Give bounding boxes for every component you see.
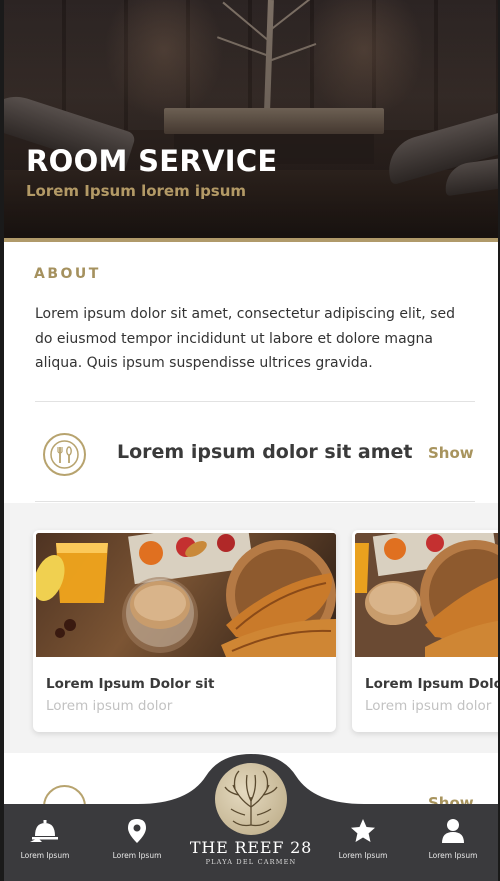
brand-name: THE REEF 28 xyxy=(189,838,313,857)
nav-item-profile[interactable]: Lorem Ipsum xyxy=(418,818,488,860)
cutlery-icon xyxy=(43,433,86,476)
about-text: Lorem ipsum dolor sit amet, consectetur … xyxy=(35,306,455,371)
brand-location: PLAYA DEL CARMEN xyxy=(205,858,297,866)
tree-logo-icon[interactable] xyxy=(215,763,287,835)
nav-item-favorites[interactable]: Lorem Ipsum xyxy=(328,818,398,860)
menu-card[interactable]: Lorem Ipsum Dolor Lorem ipsum dolor xyxy=(352,530,498,732)
nav-item-room-service[interactable]: Lorem Ipsum xyxy=(10,818,80,860)
breakfast-photo xyxy=(355,533,498,657)
app-screen: ROOM SERVICE Lorem Ipsum lorem ipsum ABO… xyxy=(4,0,498,881)
nav-label: Lorem Ipsum xyxy=(112,851,162,860)
show-button[interactable]: Show xyxy=(428,444,474,462)
about-heading: ABOUT xyxy=(34,266,101,282)
card-title: Lorem Ipsum Dolor xyxy=(365,676,498,692)
room-service-bell-icon xyxy=(30,820,58,842)
divider xyxy=(35,401,475,402)
hero-divider xyxy=(4,238,498,242)
menu-card[interactable]: Lorem Ipsum Dolor sit Lorem ipsum dolor xyxy=(33,530,336,732)
section-title: Lorem ipsum dolor sit amet xyxy=(117,441,413,463)
nav-item-location[interactable]: Lorem Ipsum xyxy=(102,818,172,860)
hero-banner xyxy=(4,0,498,240)
card-subtitle: Lorem ipsum dolor xyxy=(46,698,173,714)
card-title: Lorem Ipsum Dolor sit xyxy=(46,676,215,692)
page-title: ROOM SERVICE xyxy=(26,144,278,178)
nav-label: Lorem Ipsum xyxy=(338,851,388,860)
star-icon xyxy=(351,819,375,842)
page-subtitle: Lorem Ipsum lorem ipsum xyxy=(26,182,247,200)
nav-label: Lorem Ipsum xyxy=(428,851,478,860)
nav-label: Lorem Ipsum xyxy=(20,851,70,860)
hero-shade xyxy=(4,0,498,240)
divider xyxy=(35,501,475,502)
user-icon xyxy=(442,819,464,843)
card-subtitle: Lorem ipsum dolor xyxy=(365,698,492,714)
map-pin-icon xyxy=(128,819,146,843)
breakfast-photo xyxy=(36,533,336,657)
